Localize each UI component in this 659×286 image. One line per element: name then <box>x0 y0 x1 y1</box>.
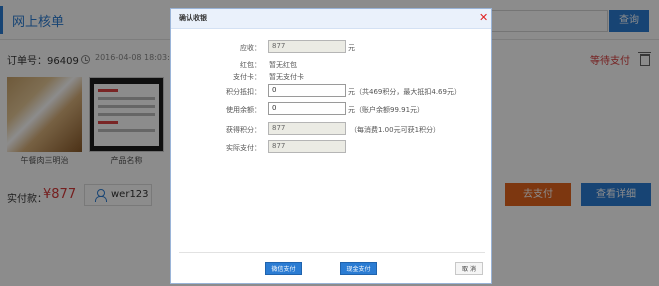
dialog-divider <box>179 252 485 253</box>
dialog-title: 确认收银 <box>179 14 207 22</box>
receivable-label: 应收： <box>240 44 261 52</box>
payment-card-label: 支付卡： <box>233 73 261 81</box>
points-deduct-label: 积分抵扣： <box>226 88 261 96</box>
balance-use-label: 使用余额： <box>226 106 261 114</box>
actual-pay-field: 877 <box>268 140 346 153</box>
balance-use-note: 元（账户余额99.91元） <box>348 106 425 114</box>
red-packet-value: 暂无红包 <box>269 61 297 69</box>
close-icon[interactable]: ✕ <box>479 11 488 25</box>
points-earned-label: 获得积分： <box>226 126 261 134</box>
points-deduct-input[interactable]: 0 <box>268 84 346 97</box>
receivable-unit: 元 <box>348 44 355 52</box>
payment-card-value: 暂无支付卡 <box>269 73 304 81</box>
cash-pay-button[interactable]: 现金支付 <box>340 262 377 275</box>
points-earned-field: 877 <box>268 122 346 135</box>
balance-use-input[interactable]: 0 <box>268 102 346 115</box>
points-deduct-note: 元（共469积分，最大抵扣4.69元） <box>348 88 461 96</box>
receivable-field: 877 <box>268 40 346 53</box>
actual-pay-label: 实际支付： <box>226 144 261 152</box>
confirm-checkout-dialog: 确认收银 ✕ 应收： 877 元 红包： 暂无红包 支付卡： 暂无支付卡 积分抵… <box>170 8 492 284</box>
red-packet-label: 红包： <box>240 61 261 69</box>
points-earned-note: （每消费1.00元可获1积分） <box>350 126 441 134</box>
wechat-pay-button[interactable]: 微信支付 <box>265 262 302 275</box>
dialog-title-bar: 确认收银 ✕ <box>171 9 491 29</box>
cancel-button[interactable]: 取 消 <box>455 262 483 275</box>
